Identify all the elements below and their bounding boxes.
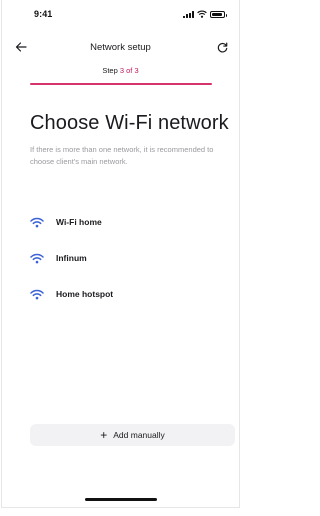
page-description: If there is more than one network, it is… [30, 145, 214, 166]
header-title: Network setup [90, 42, 151, 53]
status-bar: 9:41 [2, 0, 239, 28]
battery-icon [210, 10, 227, 18]
app-header: Network setup [2, 36, 239, 60]
step-prefix: Step [102, 66, 118, 75]
step-progress-bar [30, 83, 212, 85]
step-progress-fill [30, 83, 212, 85]
network-name: Infinum [56, 253, 87, 263]
cellular-signal-icon [183, 10, 194, 18]
network-item-infinum[interactable]: Infinum [30, 249, 219, 267]
step-current: 3 of 3 [119, 66, 139, 75]
refresh-button[interactable] [211, 36, 233, 58]
status-time: 9:41 [34, 9, 53, 19]
home-indicator [84, 498, 157, 501]
network-item-home-hotspot[interactable]: Home hotspot [30, 285, 219, 303]
network-list: Wi-Fi home Infinum Home hotspot [30, 213, 219, 321]
wifi-icon [30, 289, 44, 300]
step-indicator: Step 3 of 3 [2, 66, 239, 75]
add-manually-label: Add manually [113, 430, 165, 440]
page-title: Choose Wi-Fi network [30, 112, 229, 134]
network-name: Home hotspot [56, 289, 114, 299]
network-name: Wi-Fi home [56, 217, 102, 227]
phone-screen: 9:41 Network setup Step 3 of 3 Choose Wi… [1, 0, 240, 508]
refresh-icon [217, 42, 227, 52]
status-icons [183, 10, 227, 18]
wifi-icon [30, 217, 44, 228]
wifi-status-icon [197, 10, 207, 18]
network-item-wifi-home[interactable]: Wi-Fi home [30, 213, 219, 231]
plus-icon: + [100, 428, 108, 442]
add-manually-button[interactable]: + Add manually [30, 424, 235, 446]
wifi-icon [30, 253, 44, 264]
